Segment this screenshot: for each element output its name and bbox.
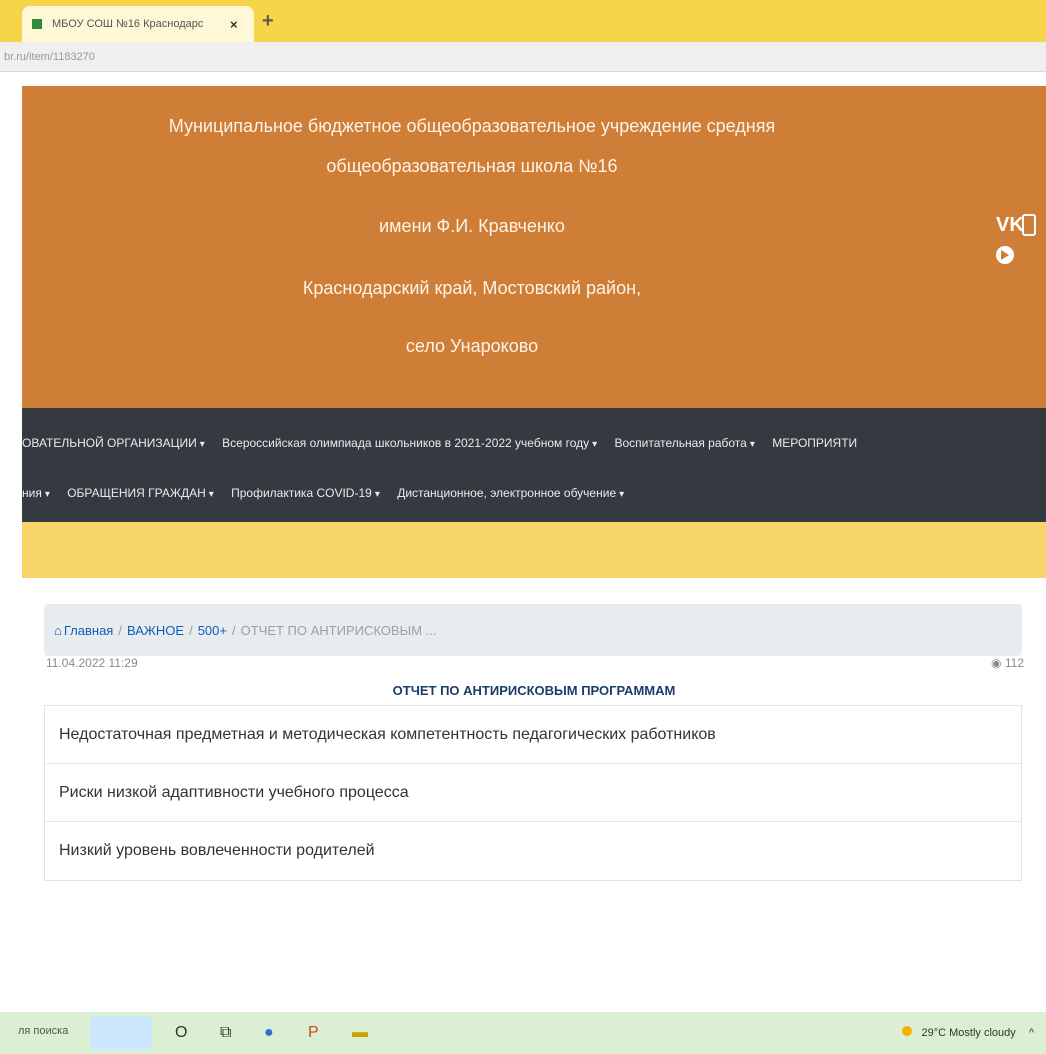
taskbar-search-text[interactable]: ля поиска — [18, 1025, 68, 1037]
address-bar[interactable]: br.ru/item/1183270 — [0, 42, 1046, 72]
dropdown-caret-icon: ▾ — [374, 489, 380, 500]
decorative-band — [22, 522, 1046, 578]
dropdown-caret-icon: ▾ — [208, 489, 214, 500]
telegram-icon[interactable] — [996, 246, 1014, 264]
nav-row-2: ния ▾ ОБРАЩЕНИЯ ГРАЖДАН ▾ Профилактика COV… — [22, 486, 1046, 500]
nav-item-distance-learning[interactable]: Дистанционное, электронное обучение ▾ — [397, 486, 624, 500]
article-list: Недостаточная предметная и методическая … — [44, 705, 1022, 881]
nav-item-olympiad[interactable]: Всероссийская олимпиада школьников в 202… — [222, 436, 597, 450]
header-line-1: Муниципальное бюджетное общеобразователь… — [168, 116, 776, 136]
cortana-icon[interactable]: O — [175, 1024, 187, 1042]
nav-item-citizen-appeals[interactable]: ОБРАЩЕНИЯ ГРАЖДАН ▾ — [67, 486, 214, 500]
nav-item-events[interactable]: МЕРОПРИЯТИ — [772, 436, 857, 450]
breadcrumb-current: ОТЧЕТ ПО АНТИРИСКОВЫМ ... — [240, 622, 437, 638]
weather-widget[interactable]: 29°C Mostly cloudy ^ — [902, 1026, 1034, 1039]
article-date: 11.04.2022 11:29 — [46, 656, 138, 670]
nav-row-1: ОВАТЕЛЬНОЙ ОРГАНИЗАЦИИ ▾ Всероссийская ол… — [22, 436, 1046, 450]
task-view-icon[interactable]: ⧉ — [220, 1024, 231, 1042]
list-item: Риски низкой адаптивности учебного проце… — [45, 764, 1021, 822]
favicon-icon — [32, 19, 42, 29]
nav-item-covid[interactable]: Профилактика COVID-19 ▾ — [231, 486, 380, 500]
eye-icon: ◉ — [991, 656, 1002, 670]
dropdown-caret-icon: ▾ — [44, 489, 50, 500]
header-line-2: общеобразовательная школа №16 — [326, 156, 618, 176]
list-item: Низкий уровень вовлеченности родителей — [59, 842, 375, 859]
tray-chevron-icon[interactable]: ^ — [1029, 1027, 1034, 1039]
main-navigation: ОВАТЕЛЬНОЙ ОРГАНИЗАЦИИ ▾ Всероссийская ол… — [22, 408, 1046, 522]
header-line-5: село Унароково — [405, 336, 539, 356]
odnoklassniki-icon[interactable] — [1022, 214, 1036, 236]
home-icon[interactable]: ⌂ — [54, 623, 62, 638]
site-header: Муниципальное бюджетное общеобразователь… — [22, 86, 1046, 408]
url-text[interactable]: br.ru/item/1183270 — [4, 51, 95, 63]
weather-text: 29°C Mostly cloudy — [921, 1027, 1016, 1039]
browser-tab-bar: МБОУ СОШ №16 Краснодарс × + — [0, 0, 1046, 42]
breadcrumb-500-link[interactable]: 500+ — [198, 623, 227, 638]
dropdown-caret-icon: ▾ — [749, 439, 755, 450]
header-line-4: Краснодарский край, Мостовский район, — [302, 278, 642, 298]
weather-sun-icon — [902, 1026, 913, 1036]
dropdown-caret-icon: ▾ — [592, 439, 598, 450]
article-views: ◉ 112 — [991, 656, 1024, 670]
breadcrumb-separator: / — [118, 622, 122, 638]
breadcrumb-separator: / — [231, 622, 236, 638]
list-item: Недостаточная предметная и методическая … — [45, 706, 1021, 764]
browser-tab[interactable]: МБОУ СОШ №16 Краснодарс × — [22, 6, 254, 42]
windows-taskbar: ля поиска O ⧉ ● P ▬ 29°C Mostly cloudy ^ — [0, 1012, 1046, 1054]
breadcrumb-separator: / — [189, 622, 193, 638]
tab-title: МБОУ СОШ №16 Краснодарс — [52, 18, 204, 30]
search-highlight-image — [90, 1016, 152, 1050]
file-explorer-icon[interactable]: ▬ — [352, 1024, 368, 1042]
nav-item-education-work[interactable]: Воспитательная работа ▾ — [615, 436, 755, 450]
powerpoint-icon[interactable]: P — [308, 1024, 319, 1042]
breadcrumb-important-link[interactable]: ВАЖНОЕ — [127, 623, 184, 638]
breadcrumb: ⌂ Главная / ВАЖНОЕ / 500+ / ОТЧЕТ ПО АНТ… — [44, 604, 1022, 656]
breadcrumb-home-link[interactable]: Главная — [64, 623, 113, 638]
views-count: 112 — [1004, 656, 1024, 670]
header-line-3: имени Ф.И. Кравченко — [379, 216, 565, 236]
tab-close-icon[interactable]: × — [230, 17, 238, 32]
vk-icon[interactable]: VK — [996, 214, 1024, 237]
dropdown-caret-icon: ▾ — [199, 439, 205, 450]
dropdown-caret-icon: ▾ — [619, 489, 625, 500]
nav-item-organization[interactable]: ОВАТЕЛЬНОЙ ОРГАНИЗАЦИИ ▾ — [22, 436, 205, 450]
nav-item-partial[interactable]: ния ▾ — [22, 486, 50, 500]
chrome-icon[interactable]: ● — [264, 1024, 274, 1042]
new-tab-button[interactable]: + — [262, 10, 274, 33]
article-title: ОТЧЕТ ПО АНТИРИСКОВЫМ ПРОГРАММАМ — [392, 683, 676, 698]
